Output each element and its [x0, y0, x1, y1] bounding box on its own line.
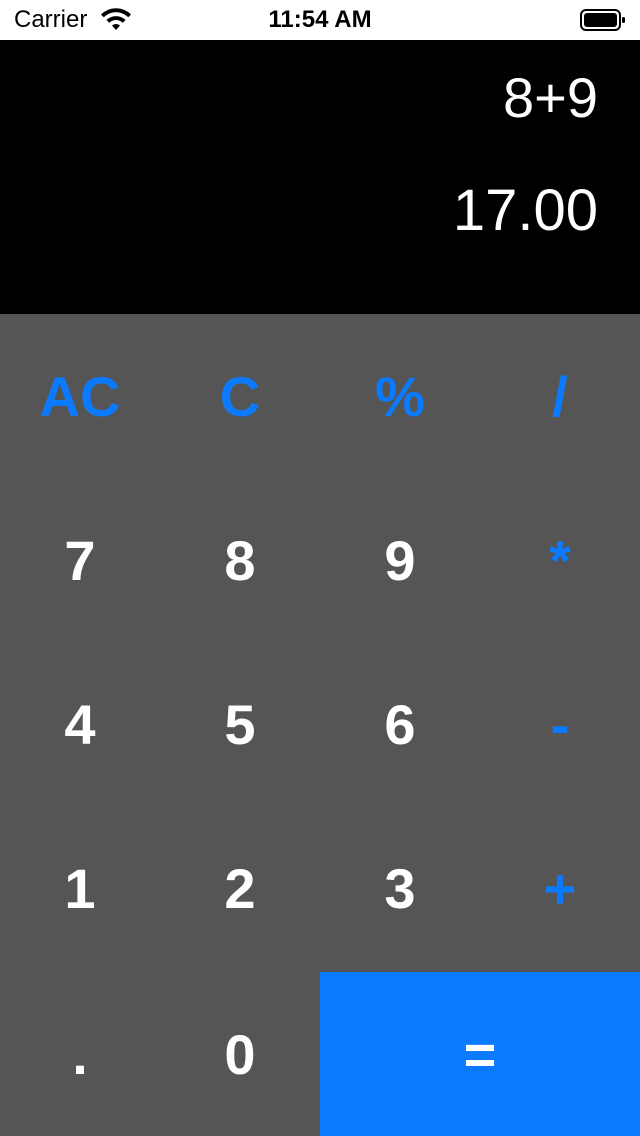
equals-button[interactable]: = — [320, 972, 640, 1136]
digit-8-button[interactable]: 8 — [160, 478, 320, 642]
subtract-button[interactable]: - — [480, 642, 640, 806]
multiply-button[interactable]: * — [480, 478, 640, 642]
digit-1-button[interactable]: 1 — [0, 806, 160, 970]
status-bar: Carrier 11:54 AM — [0, 0, 640, 40]
expression-text: 8+9 — [503, 66, 598, 129]
digit-2-button[interactable]: 2 — [160, 806, 320, 970]
result-text: 17.00 — [452, 178, 598, 243]
battery-icon — [580, 9, 625, 31]
keypad: AC C % / 7 8 9 * 4 5 6 - 1 2 3 + . 0 = — [0, 314, 640, 1136]
percent-button[interactable]: % — [320, 314, 480, 478]
digit-5-button[interactable]: 5 — [160, 642, 320, 806]
digit-4-button[interactable]: 4 — [0, 642, 160, 806]
digit-0-button[interactable]: 0 — [160, 972, 320, 1136]
digit-9-button[interactable]: 9 — [320, 478, 480, 642]
calculator-screen: Carrier 11:54 AM 8+9 17.00 AC C % / 7 8 … — [0, 0, 640, 1136]
digit-3-button[interactable]: 3 — [320, 806, 480, 970]
digit-6-button[interactable]: 6 — [320, 642, 480, 806]
decimal-point-button[interactable]: . — [0, 972, 160, 1136]
all-clear-button[interactable]: AC — [0, 314, 160, 478]
status-time: 11:54 AM — [268, 6, 372, 33]
divide-button[interactable]: / — [480, 314, 640, 478]
calculator-display: 8+9 17.00 — [0, 40, 640, 314]
digit-7-button[interactable]: 7 — [0, 478, 160, 642]
add-button[interactable]: + — [480, 806, 640, 970]
clear-button[interactable]: C — [160, 314, 320, 478]
